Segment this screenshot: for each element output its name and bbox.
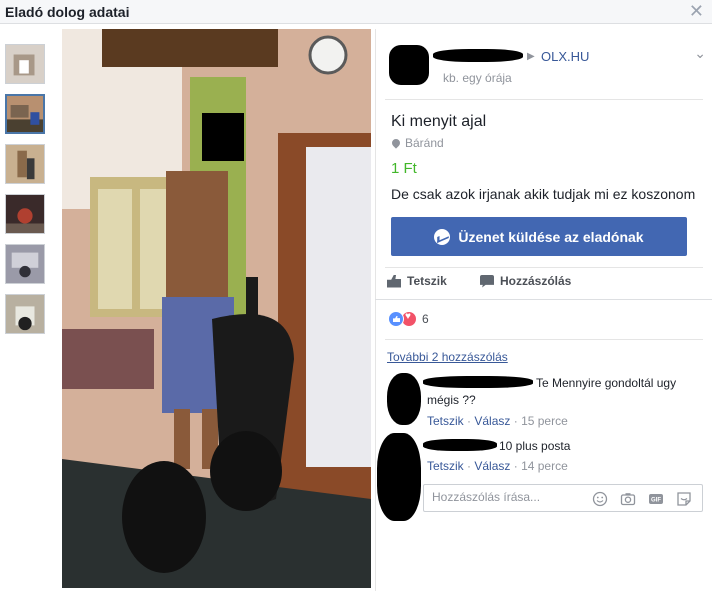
messenger-icon [434, 228, 451, 245]
gif-icon[interactable]: GIF [648, 491, 664, 507]
comment-like-link[interactable]: Tetszik [427, 459, 464, 473]
comment-label: Hozzászólás [500, 274, 572, 288]
thumbnail-1[interactable] [5, 44, 45, 84]
comment-input[interactable] [432, 490, 582, 504]
like-label: Tetszik [407, 274, 447, 288]
reaction-count: 6 [422, 312, 429, 326]
comment-text: Te Mennyire gondoltál ugy [536, 376, 677, 390]
comment-reply-link[interactable]: Válasz [474, 414, 510, 428]
listing-price: 1 Ft [391, 160, 417, 177]
marketplace-source-link[interactable]: OLX.HU [541, 49, 589, 64]
chevron-down-icon[interactable]: ⌄ [694, 45, 706, 62]
thumbnail-strip [5, 44, 47, 344]
thumbnail-6[interactable] [5, 294, 45, 334]
comment-avatar[interactable] [377, 433, 421, 521]
listing-photo [62, 29, 371, 588]
more-comments-link[interactable]: További 2 hozzászólás [387, 350, 508, 364]
commenter-name-redaction [423, 439, 497, 451]
poster-avatar[interactable] [389, 43, 433, 87]
location-text: Báránd [405, 136, 444, 150]
send-message-label: Üzenet küldése az eladónak [458, 228, 644, 245]
thumbnail-5[interactable] [5, 244, 45, 284]
listing-location: Báránd [390, 136, 444, 150]
thumbnail-2[interactable] [5, 94, 45, 134]
thumbnail-3[interactable] [5, 144, 45, 184]
svg-text:GIF: GIF [651, 498, 661, 504]
like-reaction-icon [388, 311, 404, 327]
comment-compose-box: GIF [423, 484, 703, 512]
poster-name-redaction [433, 49, 523, 62]
comment-like-link[interactable]: Tetszik [427, 414, 464, 428]
listing-details-panel: ▶ OLX.HU kb. egy órája ⌄ Ki menyit ajal … [375, 29, 712, 591]
comment-button[interactable]: Hozzászólás [480, 274, 571, 288]
close-icon[interactable]: ✕ [689, 1, 704, 22]
listing-description: De csak azok irjanak akik tudjak mi ez k… [391, 186, 696, 202]
thumbs-up-icon [387, 274, 401, 288]
sticker-icon[interactable] [676, 491, 692, 507]
listing-title: Ki menyit ajal [391, 113, 487, 130]
comment-meta: Tetszik · Válasz · 15 perce [427, 414, 568, 428]
comment-text-continued: mégis ?? [427, 393, 476, 407]
dialog-title: Eladó dolog adatai [5, 4, 130, 20]
post-timestamp[interactable]: kb. egy órája [443, 71, 512, 85]
thumbnail-4[interactable] [5, 194, 45, 234]
reactions-summary[interactable]: 6 [388, 311, 429, 327]
comment-icon [480, 274, 494, 288]
send-message-button[interactable]: Üzenet küldése az eladónak [391, 217, 687, 256]
commenter-name-redaction [423, 376, 533, 388]
emoji-icon[interactable] [592, 491, 608, 507]
camera-icon[interactable] [620, 491, 636, 507]
dialog-header: Eladó dolog adatai ✕ [0, 0, 712, 24]
arrow-right-icon: ▶ [527, 51, 535, 62]
comment-text: 10 plus posta [499, 439, 571, 453]
comment-meta: Tetszik · Válasz · 14 perce [427, 459, 568, 473]
comment-time[interactable]: 14 perce [521, 459, 568, 473]
location-pin-icon [390, 137, 402, 149]
comment-avatar[interactable] [387, 373, 421, 425]
comment-time[interactable]: 15 perce [521, 414, 568, 428]
comment-reply-link[interactable]: Válasz [474, 459, 510, 473]
like-button[interactable]: Tetszik [387, 274, 447, 288]
